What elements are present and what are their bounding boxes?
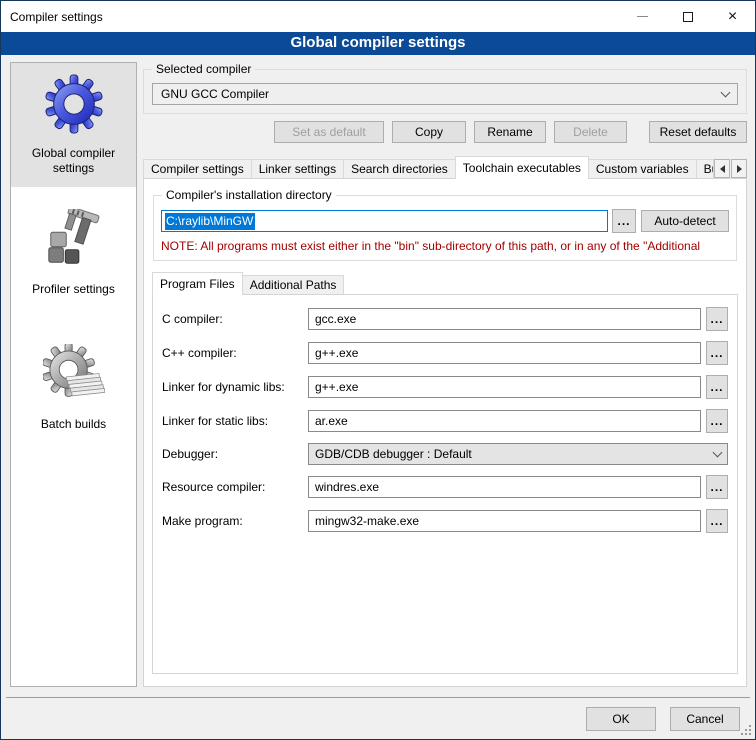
cancel-button[interactable]: Cancel: [670, 707, 740, 731]
settings-sidebar: Global compiler settings: [10, 62, 137, 687]
arrow-left-icon: [720, 165, 725, 173]
dialog-body: Global compiler settings: [1, 55, 755, 697]
sidebar-item-label: Batch builds: [41, 417, 106, 432]
main-content: Selected compiler GNU GCC Compiler Set a…: [143, 62, 747, 687]
dialog-footer: OK Cancel: [6, 697, 750, 739]
debugger-row: Debugger: GDB/CDB debugger : Default: [162, 443, 728, 465]
set-as-default-button[interactable]: Set as default: [274, 121, 384, 143]
browse-directory-button[interactable]: ...: [612, 209, 636, 233]
resource-compiler-input[interactable]: windres.exe: [308, 476, 701, 498]
tab-custom-variables[interactable]: Custom variables: [588, 159, 697, 179]
installation-directory-group: Compiler's installation directory C:\ray…: [153, 195, 737, 261]
tab-toolchain-executables[interactable]: Toolchain executables: [455, 156, 589, 179]
toolchain-executables-page: Compiler's installation directory C:\ray…: [143, 178, 747, 687]
blue-gear-icon: [43, 73, 105, 139]
rename-button[interactable]: Rename: [474, 121, 546, 143]
tab-build-options[interactable]: Build: [696, 159, 714, 179]
gray-gear-stack-icon: [43, 344, 105, 410]
reset-defaults-button[interactable]: Reset defaults: [649, 121, 747, 143]
static-linker-row: Linker for static libs: ar.exe ...: [162, 409, 728, 433]
cpp-compiler-input[interactable]: g++.exe: [308, 342, 701, 364]
close-button[interactable]: ×: [710, 1, 755, 32]
dynamic-linker-label: Linker for dynamic libs:: [162, 380, 308, 394]
selected-compiler-dropdown[interactable]: GNU GCC Compiler: [152, 83, 738, 105]
cpp-compiler-row: C++ compiler: g++.exe ...: [162, 341, 728, 365]
c-compiler-browse-button[interactable]: ...: [706, 307, 728, 331]
resource-compiler-row: Resource compiler: windres.exe ...: [162, 475, 728, 499]
tab-scroll-left-button[interactable]: [714, 159, 730, 178]
compiler-settings-dialog: Compiler settings × Global compiler sett…: [0, 0, 756, 740]
chevron-down-icon: [721, 88, 731, 98]
programs-tabstrip: Program Files Additional Paths: [152, 272, 738, 295]
static-linker-input[interactable]: ar.exe: [308, 410, 701, 432]
static-linker-label: Linker for static libs:: [162, 414, 308, 428]
tab-program-files[interactable]: Program Files: [152, 272, 243, 295]
titlebar: Compiler settings ×: [1, 1, 755, 32]
ok-button[interactable]: OK: [586, 707, 656, 731]
window-title: Compiler settings: [1, 10, 103, 24]
dynamic-linker-browse-button[interactable]: ...: [706, 375, 728, 399]
c-compiler-label: C compiler:: [162, 312, 308, 326]
make-program-label: Make program:: [162, 514, 308, 528]
tab-compiler-settings[interactable]: Compiler settings: [143, 159, 252, 179]
installation-directory-group-label: Compiler's installation directory: [162, 188, 336, 202]
maximize-button[interactable]: [665, 1, 710, 32]
auto-detect-button[interactable]: Auto-detect: [641, 210, 729, 232]
sidebar-item-label: Global compiler settings: [15, 146, 132, 176]
debugger-dropdown[interactable]: GDB/CDB debugger : Default: [308, 443, 728, 465]
settings-tabstrip: Compiler settings Linker settings Search…: [143, 156, 747, 179]
compiler-actions: Set as default Copy Rename Delete Reset …: [143, 121, 747, 143]
make-program-input[interactable]: mingw32-make.exe: [308, 510, 701, 532]
debugger-value: GDB/CDB debugger : Default: [315, 447, 714, 461]
installation-directory-input[interactable]: C:\raylib\MinGW: [161, 210, 608, 232]
selected-compiler-value: GNU GCC Compiler: [161, 87, 722, 101]
resource-compiler-label: Resource compiler:: [162, 480, 308, 494]
dynamic-linker-input[interactable]: g++.exe: [308, 376, 701, 398]
copy-button[interactable]: Copy: [392, 121, 466, 143]
page-title: Global compiler settings: [1, 32, 755, 55]
program-files-page: C compiler: gcc.exe ... C++ compiler: g+…: [152, 294, 738, 674]
selected-compiler-group: Selected compiler GNU GCC Compiler: [143, 69, 747, 114]
cpp-compiler-label: C++ compiler:: [162, 346, 308, 360]
minimize-button[interactable]: [620, 1, 665, 32]
c-compiler-input[interactable]: gcc.exe: [308, 308, 701, 330]
dynamic-linker-row: Linker for dynamic libs: g++.exe ...: [162, 375, 728, 399]
chevron-down-icon: [713, 448, 723, 458]
sidebar-item-global-compiler-settings[interactable]: Global compiler settings: [11, 63, 136, 187]
make-program-browse-button[interactable]: ...: [706, 509, 728, 533]
installation-directory-row: C:\raylib\MinGW ... Auto-detect: [161, 209, 729, 233]
tab-additional-paths[interactable]: Additional Paths: [242, 275, 345, 295]
resize-grip[interactable]: [749, 733, 751, 735]
tab-scroll-buttons: [713, 159, 747, 178]
minimize-icon: [637, 16, 648, 17]
installation-directory-value: C:\raylib\MinGW: [165, 213, 255, 230]
debugger-label: Debugger:: [162, 447, 308, 461]
make-program-row: Make program: mingw32-make.exe ...: [162, 509, 728, 533]
sidebar-item-batch-builds[interactable]: Batch builds: [11, 334, 136, 443]
maximize-icon: [683, 12, 693, 22]
sidebar-item-profiler-settings[interactable]: Profiler settings: [11, 199, 136, 308]
sidebar-item-label: Profiler settings: [32, 282, 115, 297]
selected-compiler-group-label: Selected compiler: [152, 62, 255, 76]
c-compiler-row: C compiler: gcc.exe ...: [162, 307, 728, 331]
static-linker-browse-button[interactable]: ...: [706, 409, 728, 433]
tab-scroll-right-button[interactable]: [731, 159, 747, 178]
delete-button[interactable]: Delete: [554, 121, 627, 143]
tab-linker-settings[interactable]: Linker settings: [251, 159, 344, 179]
close-icon: ×: [728, 9, 737, 25]
caliper-blocks-icon: [43, 209, 105, 275]
cpp-compiler-browse-button[interactable]: ...: [706, 341, 728, 365]
tab-search-directories[interactable]: Search directories: [343, 159, 456, 179]
arrow-right-icon: [737, 165, 742, 173]
resource-compiler-browse-button[interactable]: ...: [706, 475, 728, 499]
bin-subdirectory-note: NOTE: All programs must exist either in …: [161, 239, 729, 253]
window-controls: ×: [620, 1, 755, 32]
